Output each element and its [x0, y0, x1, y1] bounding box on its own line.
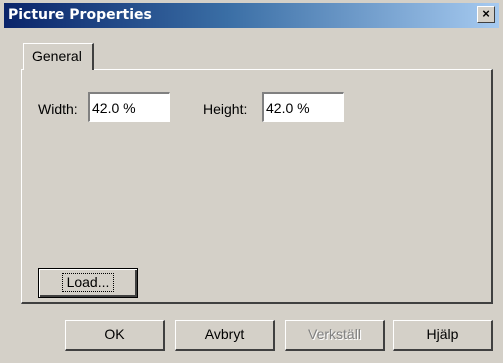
apply-button-label: Verkställ [308, 326, 361, 342]
height-label: Height: [203, 101, 248, 117]
width-label: Width: [38, 101, 78, 117]
close-icon: × [482, 6, 490, 21]
title-bar[interactable]: Picture Properties × [4, 3, 499, 28]
ok-button-label: OK [104, 326, 125, 342]
help-button-label: Hjälp [426, 326, 459, 342]
apply-button[interactable]: Verkställ [285, 320, 385, 351]
cancel-button-label: Avbryt [204, 326, 245, 342]
picture-properties-dialog: Picture Properties × General Width: Heig… [0, 0, 503, 363]
ok-button[interactable]: OK [65, 320, 165, 351]
close-button[interactable]: × [477, 6, 495, 23]
tab-general[interactable]: General [23, 43, 94, 70]
cancel-button[interactable]: Avbryt [175, 320, 275, 351]
tab-general-label: General [32, 48, 82, 64]
window-title: Picture Properties [8, 7, 152, 23]
width-field[interactable] [88, 92, 170, 122]
help-button[interactable]: Hjälp [393, 320, 493, 351]
height-field[interactable] [262, 92, 344, 122]
load-button[interactable]: Load... [38, 268, 138, 298]
load-button-label: Load... [61, 273, 115, 292]
